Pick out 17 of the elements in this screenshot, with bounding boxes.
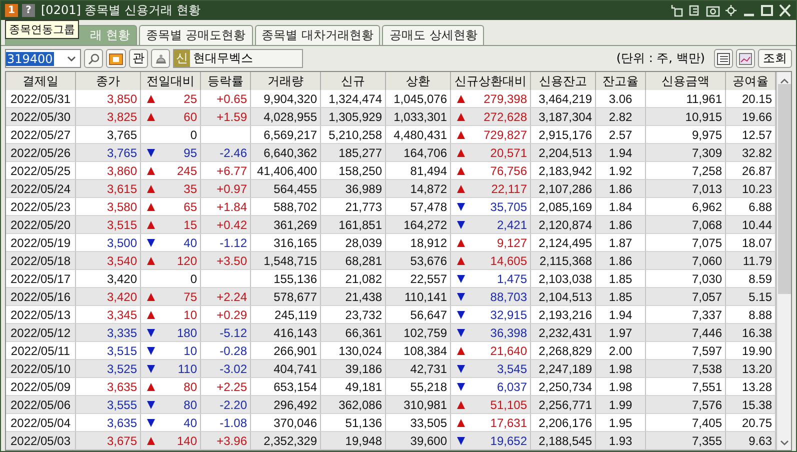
table-cell: 39,600: [386, 432, 451, 450]
unit-label: (단위 : 주, 백만): [616, 50, 705, 67]
credit-tag: 신: [174, 50, 190, 67]
table-cell: 1.93: [596, 432, 646, 450]
table-cell: 7,355: [646, 432, 726, 450]
tooltip: 종목연동그룹: [5, 20, 79, 39]
stock-name: 현대무벡스: [193, 50, 253, 67]
table-cell: 140: [141, 432, 201, 450]
table-cell: 2022/05/03: [6, 432, 76, 450]
table-cell: 2,188,545: [531, 432, 596, 450]
table-cell: 19,948: [321, 432, 386, 450]
table-cell: 19,652: [451, 432, 531, 450]
stock-code-value: 319400: [6, 52, 54, 66]
table-cell: +3.96: [201, 432, 251, 450]
window-title: [0201] 종목별 신용거래 현황: [41, 2, 202, 19]
table-cell: 2,352,329: [251, 432, 321, 450]
table-cell: 3,675: [76, 432, 141, 450]
